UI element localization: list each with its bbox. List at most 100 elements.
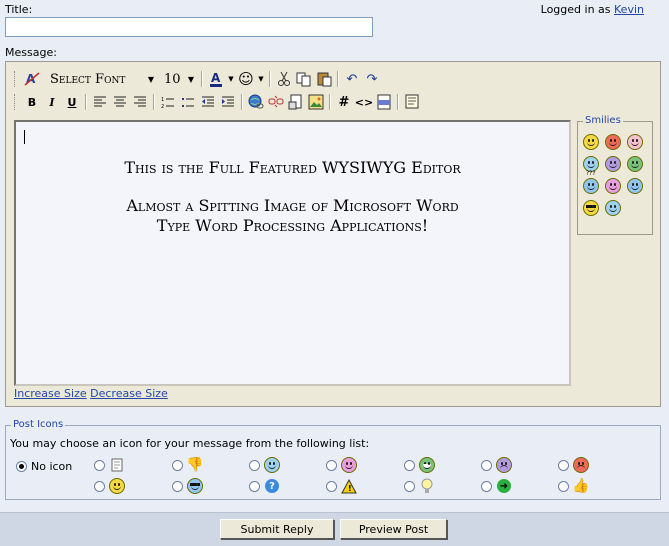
radio-post-icon[interactable]	[326, 480, 337, 492]
font-select[interactable]: Select Font ▼	[46, 70, 158, 88]
toolbar-separator	[153, 94, 155, 110]
outdent-icon[interactable]	[198, 92, 218, 112]
title-input[interactable]	[5, 17, 373, 37]
radio-post-icon[interactable]	[172, 480, 183, 492]
post-icon-option[interactable]	[94, 457, 125, 473]
hash-icon[interactable]: #	[334, 92, 354, 112]
paste-icon[interactable]	[314, 69, 334, 89]
smiley-cell[interactable]	[605, 200, 627, 218]
toolbar-grip	[14, 94, 18, 110]
increase-size-link[interactable]: Increase Size	[14, 387, 87, 400]
remove-format-icon[interactable]: A	[22, 69, 42, 89]
cool-sunglasses-icon[interactable]	[583, 200, 599, 216]
post-icon-option[interactable]: 👍	[558, 478, 590, 494]
smiley-cell[interactable]	[605, 178, 627, 196]
ordered-list-icon[interactable]: 12	[158, 92, 178, 112]
radio-post-icon[interactable]	[249, 480, 260, 492]
submit-reply-button[interactable]: Submit Reply	[220, 519, 334, 539]
quote-icon[interactable]	[402, 92, 422, 112]
svg-text:A: A	[211, 71, 221, 85]
user-link[interactable]: Kevin	[614, 3, 644, 16]
php-icon[interactable]	[374, 92, 394, 112]
angry-icon[interactable]	[605, 134, 621, 150]
decrease-size-link[interactable]: Decrease Size	[90, 387, 168, 400]
radio-no-icon[interactable]	[16, 461, 27, 472]
editor-line-3: Type Word Processing Applications!	[156, 216, 429, 235]
eek-icon[interactable]	[605, 200, 621, 216]
wink-icon[interactable]	[627, 178, 643, 194]
smile-icon[interactable]	[583, 134, 599, 150]
chevron-down-icon[interactable]: ▼	[256, 69, 266, 89]
unordered-list-icon[interactable]	[178, 92, 198, 112]
undo-icon[interactable]: ↶	[342, 69, 362, 89]
radio-post-icon[interactable]	[172, 459, 183, 471]
smiley-cell[interactable]	[627, 156, 649, 174]
smiley-cell[interactable]	[627, 134, 649, 152]
chevron-down-icon[interactable]: ▼	[226, 69, 236, 89]
post-icon-option[interactable]	[404, 457, 435, 473]
confused-icon[interactable]	[583, 178, 599, 194]
smile-pink-icon[interactable]	[605, 178, 621, 194]
post-icon-option[interactable]	[481, 457, 512, 473]
preview-post-button[interactable]: Preview Post	[340, 519, 447, 539]
insert-file-icon[interactable]	[286, 92, 306, 112]
post-icon-option[interactable]: !	[326, 478, 357, 494]
post-icon-option[interactable]	[172, 478, 203, 494]
post-icon-option[interactable]	[249, 457, 280, 473]
editor-panel: A Select Font ▼ 10 ▼ A ▼ ☺ ▼ ↶ ↷ B I U 1…	[5, 61, 661, 407]
radio-post-icon[interactable]	[94, 459, 105, 471]
post-icon-option[interactable]: 👎	[172, 457, 204, 473]
align-left-icon[interactable]	[90, 92, 110, 112]
radio-post-icon[interactable]	[326, 459, 337, 471]
editor-textarea[interactable]: This is the Full Featured WYSIWYG Editor…	[14, 120, 571, 386]
smiley-cell[interactable]	[627, 178, 649, 196]
copy-icon[interactable]	[294, 69, 314, 89]
post-icon-option-none[interactable]: No icon	[16, 460, 72, 473]
align-right-icon[interactable]	[130, 92, 150, 112]
post-icon-option[interactable]: ➜	[481, 478, 512, 494]
insert-image-icon[interactable]	[306, 92, 326, 112]
smiley-cell[interactable]: ???	[583, 170, 605, 196]
post-icon-option[interactable]	[404, 478, 435, 494]
bold-icon[interactable]: B	[22, 92, 42, 112]
post-icon-option[interactable]: ?	[249, 478, 280, 494]
radio-post-icon[interactable]	[404, 480, 415, 492]
code-icon[interactable]: <>	[354, 92, 374, 112]
italic-icon[interactable]: I	[42, 92, 62, 112]
post-icon-option[interactable]	[558, 457, 589, 473]
radio-post-icon[interactable]	[558, 480, 569, 492]
smiley-cell[interactable]	[605, 156, 627, 174]
cut-icon[interactable]	[274, 69, 294, 89]
toolbar-separator	[329, 94, 331, 110]
smiley-cell[interactable]	[583, 200, 605, 218]
toolbar-separator	[269, 71, 271, 87]
indent-icon[interactable]	[218, 92, 238, 112]
smiley-cell[interactable]	[605, 134, 627, 152]
radio-post-icon[interactable]	[481, 459, 492, 471]
grin-icon[interactable]	[627, 156, 643, 172]
insert-link-icon[interactable]	[246, 92, 266, 112]
font-color-icon[interactable]: A	[206, 69, 226, 89]
post-icon-option[interactable]	[326, 457, 357, 473]
smiley-cell[interactable]	[583, 134, 605, 152]
toolbar-separator	[337, 71, 339, 87]
radio-post-icon[interactable]	[481, 480, 492, 492]
size-select[interactable]: 10 ▼	[160, 70, 198, 88]
unlink-icon[interactable]	[266, 92, 286, 112]
radio-post-icon[interactable]	[404, 459, 415, 471]
smile-pink-icon	[341, 457, 357, 473]
radio-post-icon[interactable]	[558, 459, 569, 471]
footer-bar: Submit Reply Preview Post	[0, 512, 669, 546]
sad-icon[interactable]	[605, 156, 621, 172]
post-icon-option[interactable]	[94, 478, 125, 494]
redo-icon[interactable]: ↷	[362, 69, 382, 89]
smiley-mouth	[609, 208, 617, 212]
smile-blue-icon	[264, 457, 280, 473]
smiley-insert-icon[interactable]: ☺	[236, 69, 256, 89]
radio-post-icon[interactable]	[249, 459, 260, 471]
align-center-icon[interactable]	[110, 92, 130, 112]
tongue-icon[interactable]	[627, 134, 643, 150]
radio-post-icon[interactable]	[94, 480, 105, 492]
underline-icon[interactable]: U	[62, 92, 82, 112]
confused-label: ???	[586, 170, 596, 177]
